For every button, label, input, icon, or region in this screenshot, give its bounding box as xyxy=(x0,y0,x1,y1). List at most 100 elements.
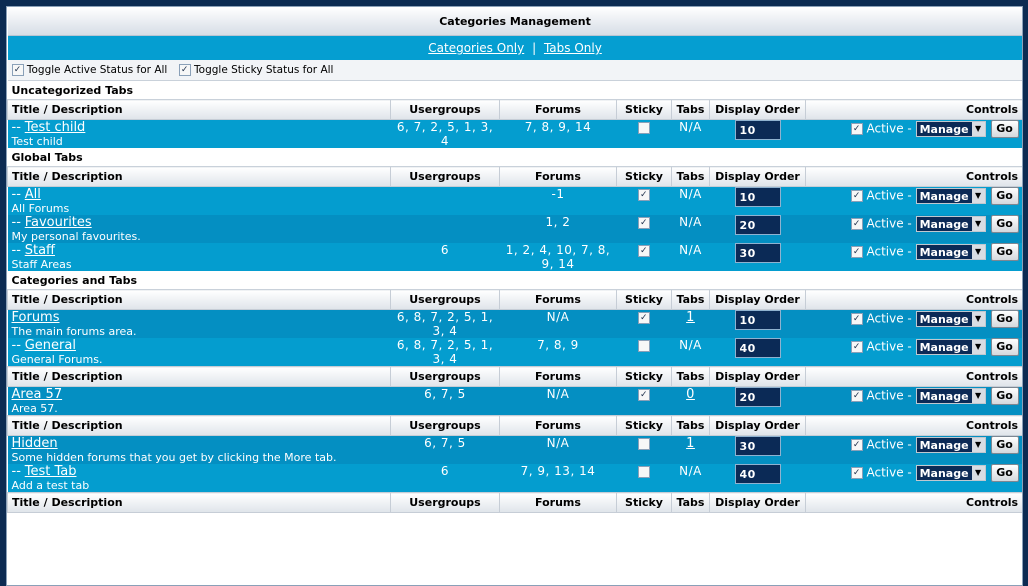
tabs-count: N/A xyxy=(679,120,702,134)
table-row: Area 57 Area 57. 6, 7, 5 N/A ✓ 0 20 ✓ Active - … xyxy=(7,386,1022,416)
manage-select[interactable]: Manage ▼ xyxy=(915,121,986,137)
display-order-input[interactable]: 20 xyxy=(734,387,781,407)
row-title-link[interactable]: All xyxy=(25,187,41,202)
section-categories-and-tabs: Categories and Tabs xyxy=(7,271,1022,290)
go-button[interactable]: Go xyxy=(990,187,1019,205)
go-button[interactable]: Go xyxy=(990,120,1019,138)
active-checkbox[interactable]: ✓ xyxy=(850,218,863,230)
manage-select[interactable]: Manage ▼ xyxy=(915,388,986,404)
row-title-link[interactable]: Forums xyxy=(12,310,60,325)
table-row: -- Test child Test child 6, 7, 2, 5, 1, 3,… xyxy=(7,119,1022,148)
sticky-checkbox[interactable]: ✓ xyxy=(638,244,650,257)
tabs-count-link[interactable]: 1 xyxy=(686,310,695,325)
tabs-count-link[interactable]: 0 xyxy=(686,387,695,402)
usergroups-cell: 6 xyxy=(390,243,500,271)
manage-select[interactable]: Manage ▼ xyxy=(915,437,986,453)
controls-cell: ✓ Active - Manage ▼ Go xyxy=(805,309,1022,338)
check-mark-icon: ✓ xyxy=(639,389,649,400)
tabs-cell: N/A xyxy=(671,186,710,215)
manage-select[interactable]: Manage ▼ xyxy=(915,188,986,204)
usergroups-cell xyxy=(390,186,500,215)
child-indent: -- xyxy=(11,187,21,202)
row-title-link[interactable]: Test Tab xyxy=(25,464,77,479)
display-order-input[interactable]: 40 xyxy=(734,464,781,484)
column-header-row: Title / Description Usergroups Forums Stick… xyxy=(7,99,1022,120)
display-order-input[interactable]: 10 xyxy=(734,310,781,330)
tabs-only-link[interactable]: Tabs Only xyxy=(544,41,602,55)
tabs-cell: N/A xyxy=(671,464,710,493)
sticky-checkbox[interactable]: ✓ xyxy=(638,311,650,324)
row-title-link[interactable]: Staff xyxy=(25,243,55,258)
go-button[interactable]: Go xyxy=(990,310,1019,328)
row-title-link[interactable]: Favourites xyxy=(25,215,92,230)
sticky-checkbox[interactable] xyxy=(638,465,650,478)
sticky-checkbox[interactable]: ✓ xyxy=(638,216,650,229)
active-checkbox[interactable]: ✓ xyxy=(850,313,863,325)
forums-cell: -1 xyxy=(499,186,617,215)
go-button[interactable]: Go xyxy=(990,243,1019,261)
tabs-cell: N/A xyxy=(671,338,710,367)
check-mark-icon: ✓ xyxy=(852,468,861,478)
manage-select[interactable]: Manage ▼ xyxy=(915,339,986,355)
title-cell: Forums The main forums area. xyxy=(7,309,391,338)
active-checkbox[interactable]: ✓ xyxy=(850,341,863,353)
row-description: My personal favourites. xyxy=(11,230,141,243)
manage-select[interactable]: Manage ▼ xyxy=(915,244,986,260)
display-order-input[interactable]: 30 xyxy=(734,436,781,456)
row-title-link[interactable]: Test child xyxy=(25,120,86,135)
active-checkbox[interactable]: ✓ xyxy=(850,190,863,202)
toggle-sticky-checkbox[interactable]: ✓ xyxy=(178,64,191,76)
sticky-checkbox[interactable] xyxy=(638,339,650,352)
go-button[interactable]: Go xyxy=(990,338,1019,356)
sticky-checkbox[interactable]: ✓ xyxy=(638,188,650,201)
go-button[interactable]: Go xyxy=(990,464,1019,482)
dropdown-arrow-icon: ▼ xyxy=(971,389,985,403)
tabs-count-link[interactable]: 1 xyxy=(686,436,695,451)
forums-cell: N/A xyxy=(499,386,617,416)
row-description: Add a test tab xyxy=(11,479,90,492)
active-checkbox[interactable]: ✓ xyxy=(850,390,863,402)
display-order-input[interactable]: 20 xyxy=(734,215,781,235)
row-title-link[interactable]: Hidden xyxy=(12,436,58,451)
sticky-checkbox[interactable] xyxy=(638,121,650,134)
usergroups-cell xyxy=(390,215,500,243)
sticky-checkbox[interactable]: ✓ xyxy=(638,388,650,401)
display-order-input[interactable]: 10 xyxy=(734,187,781,207)
active-label: Active - xyxy=(866,437,912,452)
forums-cell: 1, 2, 4, 10, 7, 8, 9, 14 xyxy=(499,243,617,271)
controls-cell: ✓ Active - Manage ▼ Go xyxy=(805,338,1022,367)
child-indent: -- xyxy=(11,464,21,479)
active-checkbox[interactable]: ✓ xyxy=(850,467,863,479)
active-label: Active - xyxy=(866,388,912,403)
check-mark-icon: ✓ xyxy=(639,217,649,228)
toggle-active-all[interactable]: ✓ Toggle Active Status for All xyxy=(11,64,167,76)
check-mark-icon: ✓ xyxy=(852,391,861,401)
tabs-cell: N/A xyxy=(671,119,710,148)
categories-management-panel: Categories Management Categories Only | … xyxy=(6,6,1023,586)
categories-only-link[interactable]: Categories Only xyxy=(428,41,524,55)
manage-select[interactable]: Manage ▼ xyxy=(915,216,986,232)
go-button[interactable]: Go xyxy=(990,436,1019,454)
tabs-cell: 1 xyxy=(671,435,710,464)
usergroups-cell: 6, 7, 5 xyxy=(390,386,500,416)
row-title-link[interactable]: Area 57 xyxy=(12,387,63,402)
manage-select[interactable]: Manage ▼ xyxy=(915,311,986,327)
usergroups-cell: 6, 7, 2, 5, 1, 3, 4 xyxy=(390,119,500,148)
active-checkbox[interactable]: ✓ xyxy=(850,439,863,451)
active-checkbox[interactable]: ✓ xyxy=(850,246,863,258)
display-order-input[interactable]: 10 xyxy=(734,120,781,140)
manage-select[interactable]: Manage ▼ xyxy=(915,465,986,481)
display-order-input[interactable]: 30 xyxy=(734,243,781,263)
display-order-input[interactable]: 40 xyxy=(734,338,781,358)
sticky-checkbox[interactable] xyxy=(638,437,650,450)
go-button[interactable]: Go xyxy=(990,387,1019,405)
tabs-count: N/A xyxy=(679,187,702,201)
controls-cell: ✓ Active - Manage ▼ Go xyxy=(805,386,1022,416)
toggle-active-checkbox[interactable]: ✓ xyxy=(11,64,24,76)
go-button[interactable]: Go xyxy=(990,215,1019,233)
toggle-sticky-all[interactable]: ✓ Toggle Sticky Status for All xyxy=(178,64,333,76)
row-description: Staff Areas xyxy=(11,258,72,271)
active-checkbox[interactable]: ✓ xyxy=(850,123,863,135)
dropdown-arrow-icon: ▼ xyxy=(971,189,985,203)
row-title-link[interactable]: General xyxy=(25,338,76,353)
